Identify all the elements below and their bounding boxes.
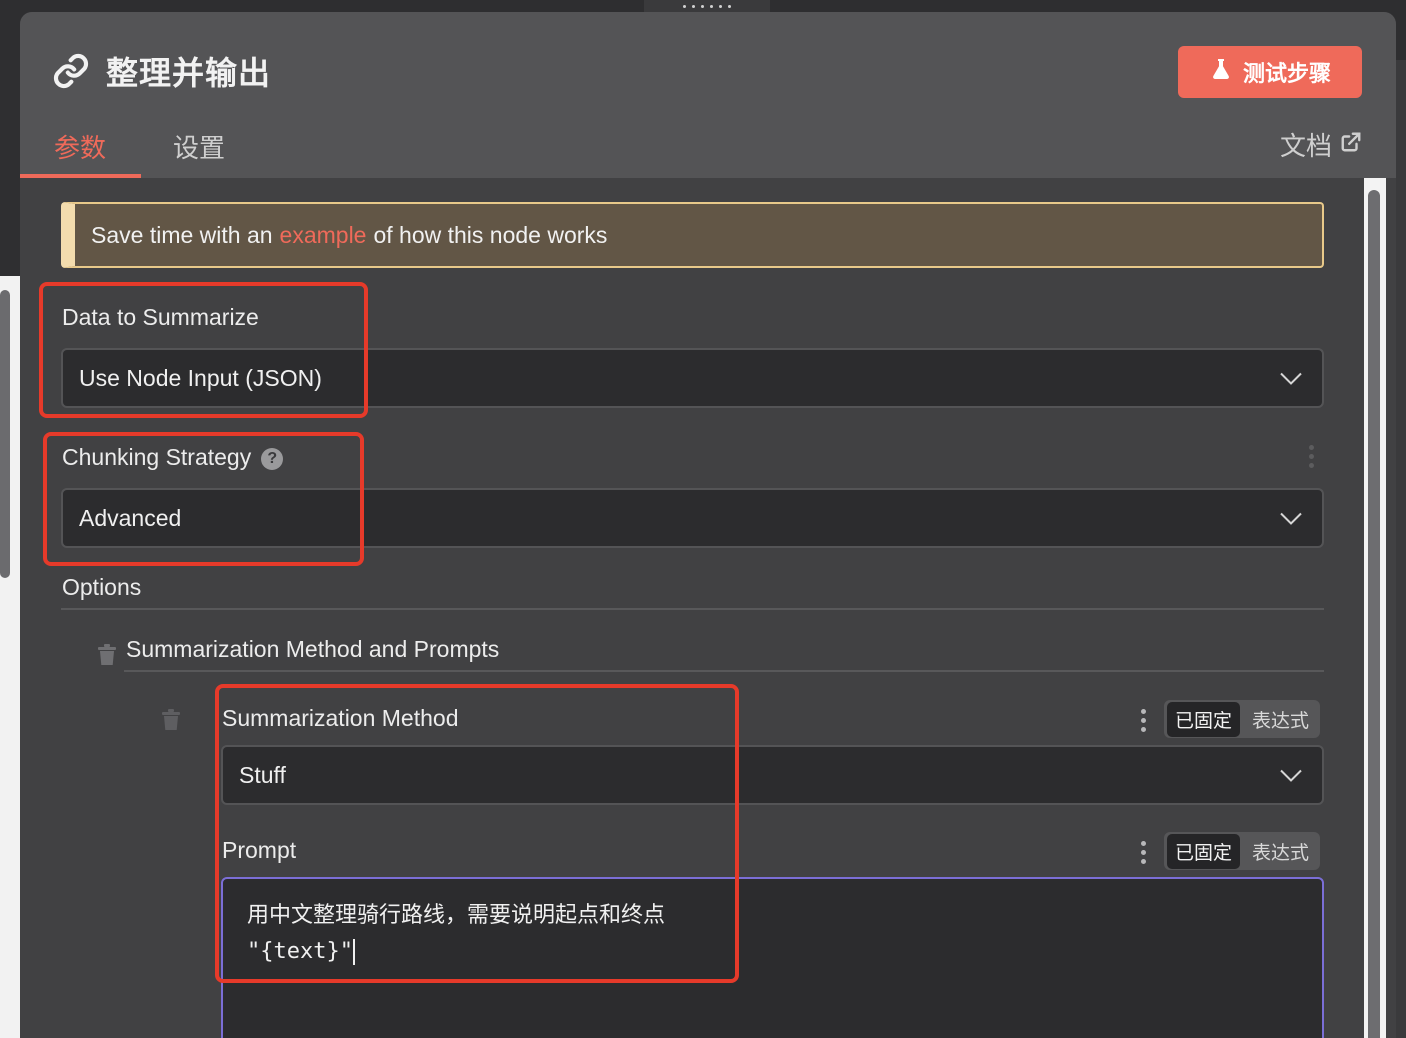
mode-toggle: 已固定 表达式	[1164, 700, 1321, 738]
tab-settings[interactable]: 设置	[141, 120, 259, 178]
chunking-strategy-label-row: Chunking Strategy?	[62, 444, 284, 471]
example-banner: Save time with an example of how this no…	[61, 202, 1324, 268]
text-caret	[352, 939, 355, 966]
expression-mode-option[interactable]: 表达式	[1244, 834, 1317, 869]
docs-link[interactable]: 文档	[1280, 126, 1362, 163]
fixed-mode-option[interactable]: 已固定	[1167, 833, 1241, 869]
chevron-down-icon	[1280, 762, 1302, 789]
options-label: Options	[62, 574, 142, 600]
banner-prefix: Save time with an	[91, 221, 273, 248]
chevron-down-icon	[1280, 365, 1302, 392]
example-link[interactable]: example	[280, 222, 367, 249]
more-vertical-icon[interactable]	[1141, 709, 1146, 732]
trash-icon[interactable]	[161, 709, 181, 736]
prompt-label: Prompt	[222, 837, 297, 863]
prompt-line-1: 用中文整理骑行路线，需要说明起点和终点	[247, 902, 666, 927]
node-title[interactable]: 整理并输出	[106, 48, 271, 94]
mode-toggle: 已固定 表达式	[1164, 832, 1321, 870]
tab-parameters[interactable]: 参数	[20, 120, 141, 178]
docs-label: 文档	[1279, 131, 1332, 161]
trash-icon[interactable]	[97, 644, 117, 671]
title-row: 整理并输出	[52, 48, 271, 94]
banner-suffix: of how this node works	[373, 221, 608, 248]
fixed-mode-option[interactable]: 已固定	[1167, 701, 1241, 737]
chevron-down-icon	[1280, 505, 1302, 532]
chunking-strategy-label: Chunking Strategy	[62, 444, 252, 470]
more-vertical-icon[interactable]	[1141, 841, 1146, 864]
node-settings-panel: 整理并输出 测试步骤 参数 设置 文档 Save time with an ex…	[20, 12, 1396, 1038]
tab-bar: 参数 设置	[20, 120, 259, 178]
data-to-summarize-label: Data to Summarize	[62, 304, 259, 330]
summarization-method-value: Stuff	[239, 761, 286, 788]
summarization-method-select[interactable]: Stuff	[221, 745, 1324, 805]
test-step-label: 测试步骤	[1242, 61, 1331, 86]
help-icon[interactable]: ?	[261, 447, 284, 470]
panel-header: 整理并输出 测试步骤 参数 设置 文档	[20, 12, 1396, 178]
test-step-button[interactable]: 测试步骤	[1178, 46, 1362, 98]
summarization-group-label: Summarization Method and Prompts	[126, 636, 500, 662]
prompt-textarea[interactable]: 用中文整理骑行路线，需要说明起点和终点 "{text}"	[221, 877, 1324, 1038]
chunking-strategy-value: Advanced	[79, 504, 182, 531]
options-divider	[61, 608, 1324, 610]
background-scrollbar[interactable]	[0, 290, 10, 578]
summarization-group-divider	[124, 670, 1324, 672]
external-link-icon	[1340, 129, 1362, 160]
more-vertical-icon[interactable]	[1309, 445, 1314, 468]
flask-icon	[1209, 57, 1233, 87]
chunking-strategy-select[interactable]: Advanced	[61, 488, 1324, 548]
link-icon	[52, 52, 90, 90]
prompt-line-2: "{text}"	[247, 939, 353, 964]
data-to-summarize-value: Use Node Input (JSON)	[79, 364, 322, 391]
data-to-summarize-select[interactable]: Use Node Input (JSON)	[61, 348, 1324, 408]
expression-mode-option[interactable]: 表达式	[1244, 702, 1317, 737]
content-scrollbar-thumb[interactable]	[1368, 190, 1380, 1038]
summarization-method-label: Summarization Method	[222, 705, 459, 731]
